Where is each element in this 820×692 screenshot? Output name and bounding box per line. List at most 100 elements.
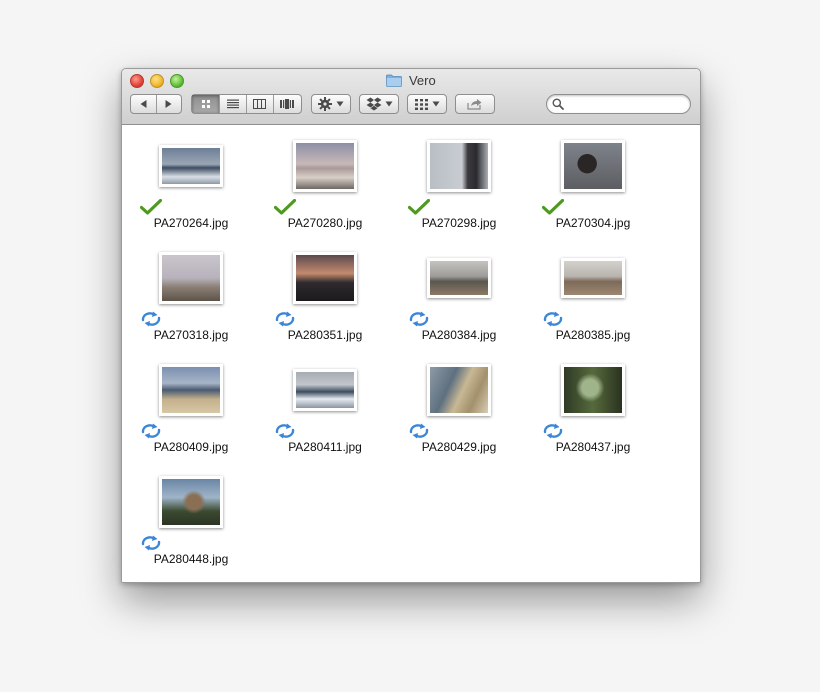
file-item[interactable]: PA280351.jpg: [270, 251, 380, 351]
chevron-down-icon: [385, 101, 392, 107]
file-name: PA280448.jpg: [153, 552, 229, 566]
file-name: PA270318.jpg: [153, 328, 229, 342]
file-name: PA270304.jpg: [555, 216, 631, 230]
photo-preview: [430, 367, 488, 413]
sync-complete-icon: [407, 198, 431, 215]
file-thumbnail[interactable]: [293, 140, 357, 192]
file-name: PA280384.jpg: [421, 328, 497, 342]
view-switcher: [191, 94, 302, 114]
window-title-text: Vero: [408, 73, 436, 88]
file-item[interactable]: PA280409.jpg: [136, 363, 246, 463]
folder-icon: [386, 74, 403, 87]
coverflow-view-icon: [280, 99, 295, 109]
list-view-icon: [227, 99, 240, 109]
file-name: PA270280.jpg: [287, 216, 363, 230]
search-field[interactable]: [546, 94, 691, 114]
search-icon: [552, 98, 564, 110]
sync-status-syncing: [274, 423, 296, 439]
photo-preview: [296, 255, 354, 301]
file-item[interactable]: PA270298.jpg: [404, 139, 514, 239]
sync-complete-icon: [139, 198, 163, 215]
sync-complete-icon: [273, 198, 297, 215]
sync-status-syncing: [274, 311, 296, 327]
syncing-icon: [141, 535, 161, 551]
sync-status-syncing: [408, 311, 430, 327]
file-thumbnail[interactable]: [427, 258, 491, 298]
arrange-menu-button[interactable]: [407, 94, 447, 114]
search-input[interactable]: [569, 96, 688, 114]
sync-status-syncing: [408, 423, 430, 439]
gear-icon: [318, 97, 332, 111]
column-view-button[interactable]: [246, 95, 273, 113]
forward-arrow-icon: [165, 100, 172, 108]
syncing-icon: [543, 311, 563, 327]
file-name: PA280409.jpg: [153, 440, 229, 454]
back-button[interactable]: [131, 95, 156, 113]
sync-status-synced: [273, 198, 297, 215]
sync-status-synced: [139, 198, 163, 215]
back-arrow-icon: [140, 100, 147, 108]
syncing-icon: [141, 423, 161, 439]
file-thumbnail[interactable]: [427, 140, 491, 192]
chevron-down-icon: [336, 101, 344, 107]
chevron-down-icon: [432, 101, 439, 107]
file-thumbnail[interactable]: [561, 140, 625, 192]
file-item[interactable]: PA280437.jpg: [538, 363, 648, 463]
file-name: PA270298.jpg: [421, 216, 497, 230]
sync-complete-icon: [541, 198, 565, 215]
share-button[interactable]: [455, 94, 495, 114]
window-title: Vero: [122, 72, 700, 90]
file-thumbnail[interactable]: [561, 258, 625, 298]
file-name: PA280351.jpg: [287, 328, 363, 342]
file-item[interactable]: PA270304.jpg: [538, 139, 648, 239]
forward-button[interactable]: [155, 95, 181, 113]
file-thumbnail[interactable]: [427, 364, 491, 416]
syncing-icon: [141, 311, 161, 327]
file-item[interactable]: PA270280.jpg: [270, 139, 380, 239]
sync-status-syncing: [542, 423, 564, 439]
file-item[interactable]: PA270264.jpg: [136, 139, 246, 239]
action-menu-button[interactable]: [311, 94, 351, 114]
file-thumbnail[interactable]: [159, 476, 223, 528]
file-name: PA280429.jpg: [421, 440, 497, 454]
list-view-button[interactable]: [219, 95, 246, 113]
file-item[interactable]: PA280429.jpg: [404, 363, 514, 463]
file-icon-grid: PA270264.jpg PA270280.jpg PA270298.jpg PA27…: [122, 125, 700, 582]
file-name: PA280385.jpg: [555, 328, 631, 342]
arrange-icon: [414, 98, 428, 110]
syncing-icon: [275, 423, 295, 439]
file-thumbnail[interactable]: [293, 252, 357, 304]
file-item[interactable]: PA270318.jpg: [136, 251, 246, 351]
sync-status-synced: [407, 198, 431, 215]
icon-view-icon: [201, 100, 210, 108]
photo-preview: [564, 143, 622, 189]
file-item[interactable]: PA280384.jpg: [404, 251, 514, 351]
sync-status-syncing: [542, 311, 564, 327]
file-item[interactable]: PA280448.jpg: [136, 475, 246, 575]
icon-view-button[interactable]: [192, 95, 220, 113]
photo-preview: [564, 261, 622, 295]
file-thumbnail[interactable]: [293, 369, 357, 411]
file-item[interactable]: PA280411.jpg: [270, 363, 380, 463]
sync-status-synced: [541, 198, 565, 215]
column-view-icon: [253, 99, 267, 109]
file-thumbnail[interactable]: [561, 364, 625, 416]
finder-window: Vero PA270264.jpg PA270280.jpg PA270298.…: [121, 68, 701, 583]
photo-preview: [162, 479, 220, 525]
sync-status-syncing: [140, 535, 162, 551]
title-bar[interactable]: Vero: [122, 69, 700, 125]
sync-status-syncing: [140, 311, 162, 327]
file-item[interactable]: PA280385.jpg: [538, 251, 648, 351]
photo-preview: [296, 372, 354, 408]
photo-preview: [162, 367, 220, 413]
file-thumbnail[interactable]: [159, 252, 223, 304]
photo-preview: [296, 143, 354, 189]
coverflow-view-button[interactable]: [272, 95, 301, 113]
dropbox-menu-button[interactable]: [359, 94, 399, 114]
syncing-icon: [409, 311, 429, 327]
file-thumbnail[interactable]: [159, 145, 223, 187]
back-forward-control: [130, 94, 182, 114]
photo-preview: [430, 261, 488, 295]
file-thumbnail[interactable]: [159, 364, 223, 416]
photo-preview: [564, 367, 622, 413]
